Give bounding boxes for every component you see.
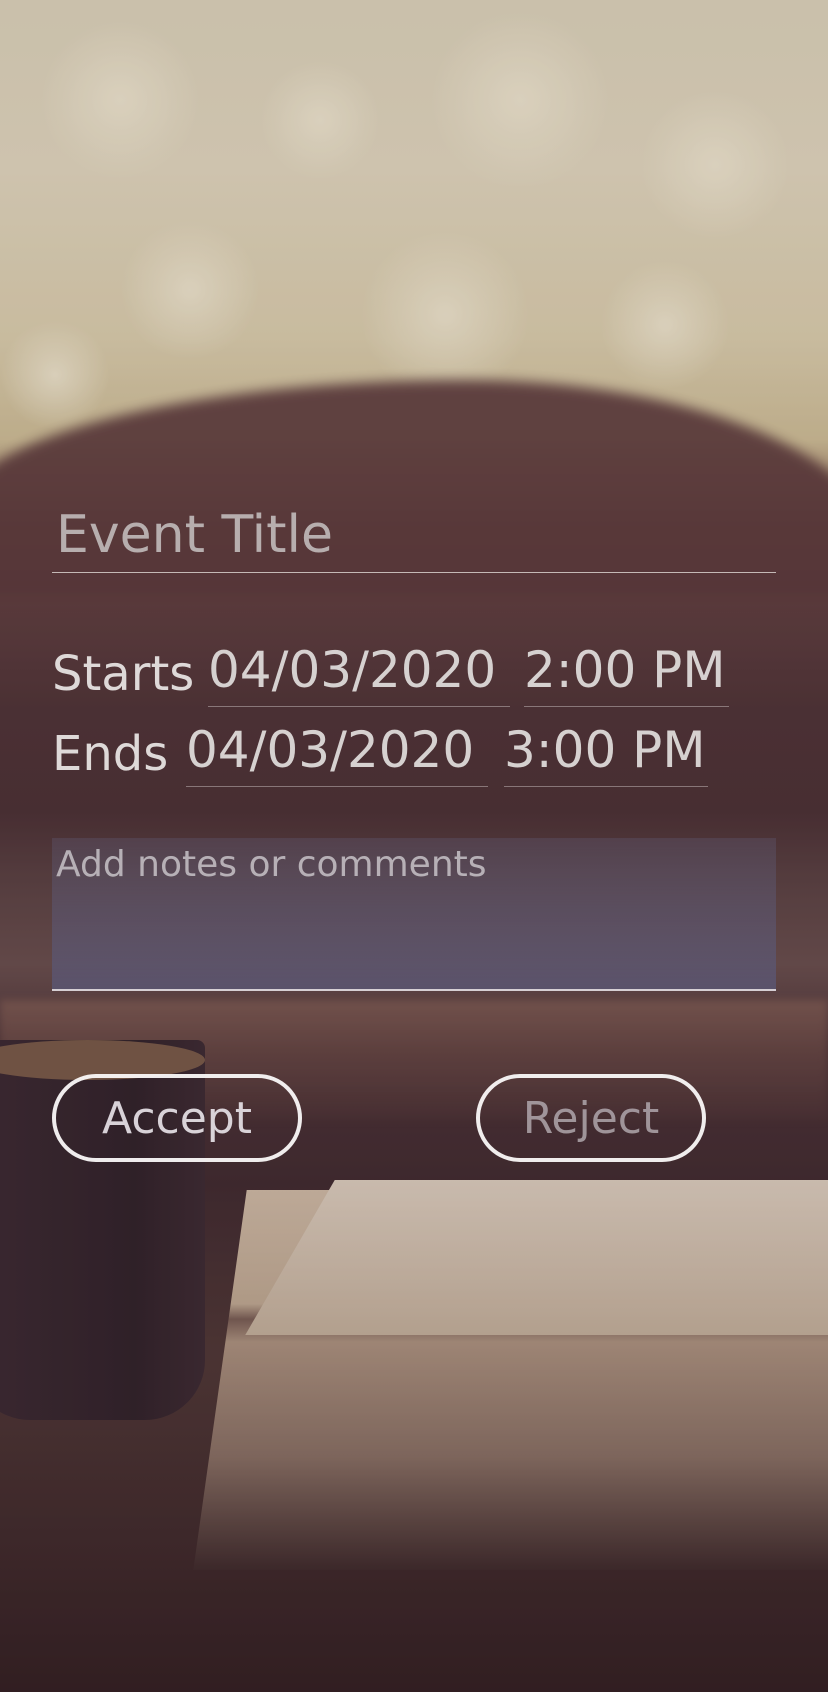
start-time-field[interactable]: 2:00 PM [524, 641, 729, 707]
accept-button-label: Accept [102, 1093, 252, 1144]
event-editor-screen: Event Title Starts 04/03/2020 2:00 PM En… [0, 0, 828, 1692]
ends-label: Ends [52, 726, 169, 782]
reject-button-label: Reject [522, 1093, 660, 1144]
event-title-input[interactable]: Event Title [52, 500, 776, 573]
end-date-value: 04/03/2020 [186, 721, 475, 779]
accept-button[interactable]: Accept [52, 1074, 302, 1162]
start-date-value: 04/03/2020 [208, 641, 497, 699]
end-date-field[interactable]: 04/03/2020 [186, 721, 488, 787]
event-title-placeholder: Event Title [56, 505, 333, 565]
starts-row: Starts 04/03/2020 2:00 PM [52, 641, 776, 707]
starts-label: Starts [52, 646, 195, 702]
notes-textarea[interactable]: Add notes or comments [52, 838, 776, 991]
end-time-value: 3:00 PM [504, 721, 706, 779]
reject-button[interactable]: Reject [476, 1074, 706, 1162]
end-time-field[interactable]: 3:00 PM [504, 721, 708, 787]
start-time-value: 2:00 PM [524, 641, 726, 699]
notes-placeholder: Add notes or comments [56, 844, 487, 885]
start-date-field[interactable]: 04/03/2020 [208, 641, 510, 707]
ends-row: Ends 04/03/2020 3:00 PM [52, 721, 776, 787]
